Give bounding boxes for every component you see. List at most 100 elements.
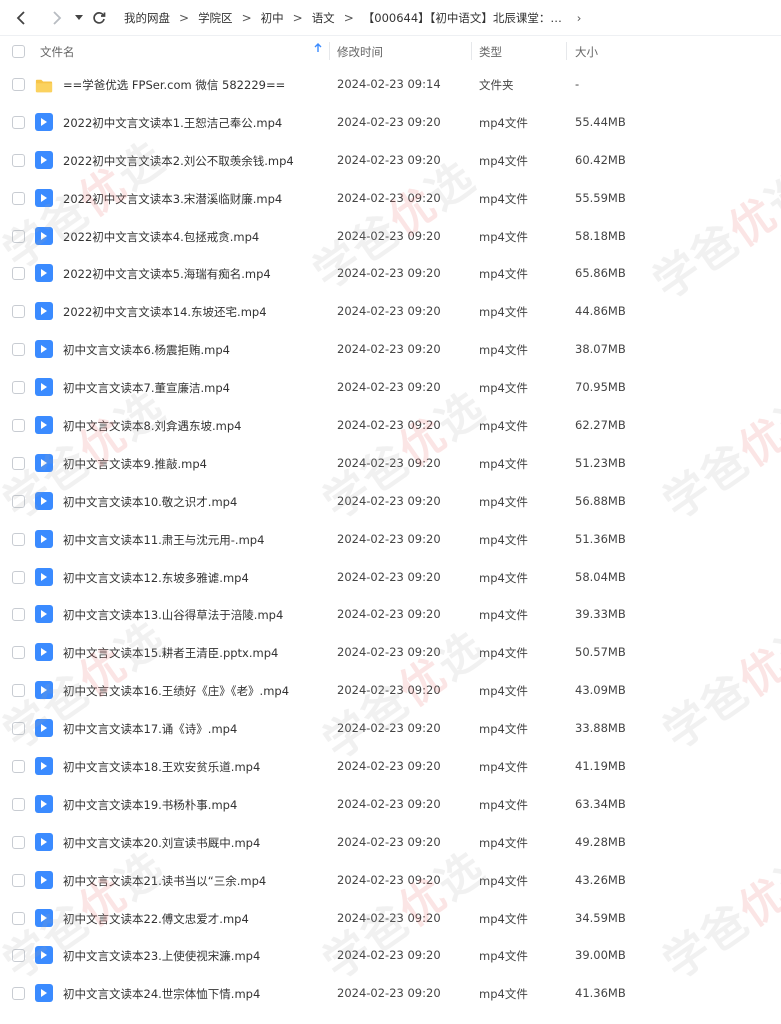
video-file-icon: [35, 453, 53, 472]
file-name[interactable]: 初中文言文读本9.推敲.mp4: [63, 456, 207, 472]
breadcrumb-item-current-folder[interactable]: 【000644】【初中语文】北辰课堂：初中文言文读本精讲（中考课外文言...: [363, 10, 571, 26]
breadcrumb-item-junior[interactable]: 初中: [261, 10, 284, 26]
file-name[interactable]: 初中文言文读本21.读书当以“三余.mp4: [63, 873, 266, 889]
row-checkbox[interactable]: [12, 684, 25, 698]
file-name[interactable]: 2022初中文言文读本4.包拯戒贪.mp4: [63, 229, 259, 245]
row-checkbox[interactable]: [12, 949, 25, 963]
history-dropdown-button[interactable]: [72, 7, 86, 29]
column-divider[interactable]: [566, 42, 567, 60]
file-name[interactable]: 初中文言文读本10.敬之识才.mp4: [63, 494, 237, 510]
table-row[interactable]: 2022初中文言文读本4.包拯戒贪.mp4 2024-02-23 09:20 m…: [0, 218, 781, 256]
table-row[interactable]: 2022初中文言文读本2.刘公不取羡余钱.mp4 2024-02-23 09:2…: [0, 142, 781, 180]
row-checkbox[interactable]: [12, 646, 25, 660]
back-button[interactable]: [10, 7, 32, 29]
file-name[interactable]: 初中文言文读本19.书杨朴事.mp4: [63, 797, 237, 813]
table-row[interactable]: 初中文言文读本6.杨震拒贿.mp4 2024-02-23 09:20 mp4文件…: [0, 331, 781, 369]
row-checkbox[interactable]: [12, 835, 25, 849]
file-name[interactable]: 初中文言文读本11.肃王与沈元用-.mp4: [63, 532, 264, 548]
file-name[interactable]: 初中文言文读本15.耕者王清臣.pptx.mp4: [63, 645, 278, 661]
file-name[interactable]: 初中文言文读本22.傅文忠爱才.mp4: [63, 911, 249, 927]
table-row[interactable]: 初中文言文读本24.世宗体恤下情.mp4 2024-02-23 09:20 mp…: [0, 975, 781, 1013]
file-name[interactable]: 初中文言文读本18.王欢安贫乐道.mp4: [63, 759, 260, 775]
table-row[interactable]: ==学爸优选 FPSer.com 微信 582229== 2024-02-23 …: [0, 66, 781, 104]
column-header-type[interactable]: 类型: [479, 44, 502, 60]
breadcrumb-more-icon[interactable]: ›: [577, 11, 582, 25]
file-type: mp4文件: [479, 191, 528, 206]
file-name[interactable]: 初中文言文读本20.刘宣读书厩中.mp4: [63, 835, 260, 851]
select-all-checkbox[interactable]: [12, 45, 25, 58]
row-checkbox[interactable]: [12, 267, 25, 281]
row-checkbox[interactable]: [12, 797, 25, 811]
table-row[interactable]: 初中文言文读本7.董宣廉洁.mp4 2024-02-23 09:20 mp4文件…: [0, 369, 781, 407]
file-name[interactable]: 初中文言文读本8.刘弇遇东坡.mp4: [63, 418, 241, 434]
row-checkbox[interactable]: [12, 78, 25, 91]
file-name[interactable]: ==学爸优选 FPSer.com 微信 582229==: [63, 77, 285, 93]
table-row[interactable]: 2022初中文言文读本3.宋潜溪临财廉.mp4 2024-02-23 09:20…: [0, 180, 781, 218]
row-checkbox[interactable]: [12, 722, 25, 736]
table-row[interactable]: 初中文言文读本9.推敲.mp4 2024-02-23 09:20 mp4文件 5…: [0, 445, 781, 483]
row-checkbox[interactable]: [12, 873, 25, 887]
sort-ascending-icon[interactable]: [314, 43, 322, 56]
row-checkbox[interactable]: [12, 419, 25, 433]
file-name[interactable]: 初中文言文读本16.王绩好《庄》《老》.mp4: [63, 683, 289, 699]
table-row[interactable]: 2022初中文言文读本1.王恕洁己奉公.mp4 2024-02-23 09:20…: [0, 104, 781, 142]
file-name[interactable]: 2022初中文言文读本3.宋潜溪临财廉.mp4: [63, 191, 282, 207]
table-row[interactable]: 初中文言文读本11.肃王与沈元用-.mp4 2024-02-23 09:20 m…: [0, 521, 781, 559]
file-name[interactable]: 初中文言文读本24.世宗体恤下情.mp4: [63, 986, 260, 1002]
video-file-icon: [35, 529, 53, 548]
table-row[interactable]: 初中文言文读本18.王欢安贫乐道.mp4 2024-02-23 09:20 mp…: [0, 748, 781, 786]
table-row[interactable]: 初中文言文读本8.刘弇遇东坡.mp4 2024-02-23 09:20 mp4文…: [0, 407, 781, 445]
row-checkbox[interactable]: [12, 570, 25, 584]
row-checkbox[interactable]: [12, 608, 25, 622]
breadcrumb-item-college[interactable]: 学院区: [198, 10, 233, 26]
row-checkbox[interactable]: [12, 987, 25, 1001]
column-divider[interactable]: [329, 42, 330, 60]
table-row[interactable]: 初中文言文读本21.读书当以“三余.mp4 2024-02-23 09:20 m…: [0, 862, 781, 900]
row-checkbox[interactable]: [12, 494, 25, 508]
row-checkbox[interactable]: [12, 153, 25, 167]
table-row[interactable]: 初中文言文读本13.山谷得草法于涪陵.mp4 2024-02-23 09:20 …: [0, 596, 781, 634]
file-name[interactable]: 2022初中文言文读本2.刘公不取羡余钱.mp4: [63, 153, 294, 169]
table-row[interactable]: 2022初中文言文读本14.东坡还宅.mp4 2024-02-23 09:20 …: [0, 293, 781, 331]
table-row[interactable]: 初中文言文读本22.傅文忠爱才.mp4 2024-02-23 09:20 mp4…: [0, 900, 781, 938]
table-row[interactable]: 初中文言文读本12.东坡多雅谑.mp4 2024-02-23 09:20 mp4…: [0, 559, 781, 597]
row-checkbox[interactable]: [12, 760, 25, 774]
row-checkbox[interactable]: [12, 229, 25, 243]
file-name[interactable]: 初中文言文读本13.山谷得草法于涪陵.mp4: [63, 607, 283, 623]
column-header-size[interactable]: 大小: [575, 44, 598, 60]
row-checkbox[interactable]: [12, 305, 25, 319]
file-name[interactable]: 初中文言文读本6.杨震拒贿.mp4: [63, 342, 230, 358]
table-row[interactable]: 2022初中文言文读本5.海瑞有痴名.mp4 2024-02-23 09:20 …: [0, 255, 781, 293]
row-checkbox[interactable]: [12, 456, 25, 470]
table-row[interactable]: 初中文言文读本19.书杨朴事.mp4 2024-02-23 09:20 mp4文…: [0, 786, 781, 824]
file-name[interactable]: 2022初中文言文读本1.王恕洁己奉公.mp4: [63, 115, 282, 131]
row-checkbox[interactable]: [12, 115, 25, 129]
table-row[interactable]: 初中文言文读本23.上使使视宋濂.mp4 2024-02-23 09:20 mp…: [0, 937, 781, 975]
table-row[interactable]: 初中文言文读本17.诵《诗》.mp4 2024-02-23 09:20 mp4文…: [0, 710, 781, 748]
breadcrumb-item-chinese[interactable]: 语文: [312, 10, 335, 26]
forward-button[interactable]: [46, 7, 68, 29]
file-size: 49.28MB: [575, 834, 626, 849]
row-checkbox[interactable]: [12, 191, 25, 205]
file-name[interactable]: 初中文言文读本7.董宣廉洁.mp4: [63, 380, 230, 396]
table-row[interactable]: 初中文言文读本20.刘宣读书厩中.mp4 2024-02-23 09:20 mp…: [0, 824, 781, 862]
column-header-modified-time[interactable]: 修改时间: [337, 44, 383, 60]
file-modified-time: 2024-02-23 09:20: [337, 190, 441, 205]
row-checkbox[interactable]: [12, 532, 25, 546]
column-header-name[interactable]: 文件名: [40, 44, 75, 60]
file-name[interactable]: 初中文言文读本12.东坡多雅谑.mp4: [63, 570, 249, 586]
row-checkbox[interactable]: [12, 381, 25, 395]
table-row[interactable]: 初中文言文读本10.敬之识才.mp4 2024-02-23 09:20 mp4文…: [0, 483, 781, 521]
file-name[interactable]: 初中文言文读本23.上使使视宋濂.mp4: [63, 948, 260, 964]
refresh-button[interactable]: [88, 7, 110, 29]
file-name[interactable]: 2022初中文言文读本5.海瑞有痴名.mp4: [63, 266, 271, 282]
column-divider[interactable]: [471, 42, 472, 60]
row-checkbox[interactable]: [12, 343, 25, 357]
file-name[interactable]: 初中文言文读本17.诵《诗》.mp4: [63, 721, 237, 737]
breadcrumb-separator: >: [241, 10, 252, 25]
table-row[interactable]: 初中文言文读本15.耕者王清臣.pptx.mp4 2024-02-23 09:2…: [0, 634, 781, 672]
table-row[interactable]: 初中文言文读本16.王绩好《庄》《老》.mp4 2024-02-23 09:20…: [0, 672, 781, 710]
breadcrumb-item-my-drive[interactable]: 我的网盘: [124, 10, 170, 26]
file-name[interactable]: 2022初中文言文读本14.东坡还宅.mp4: [63, 304, 267, 320]
row-checkbox[interactable]: [12, 911, 25, 925]
